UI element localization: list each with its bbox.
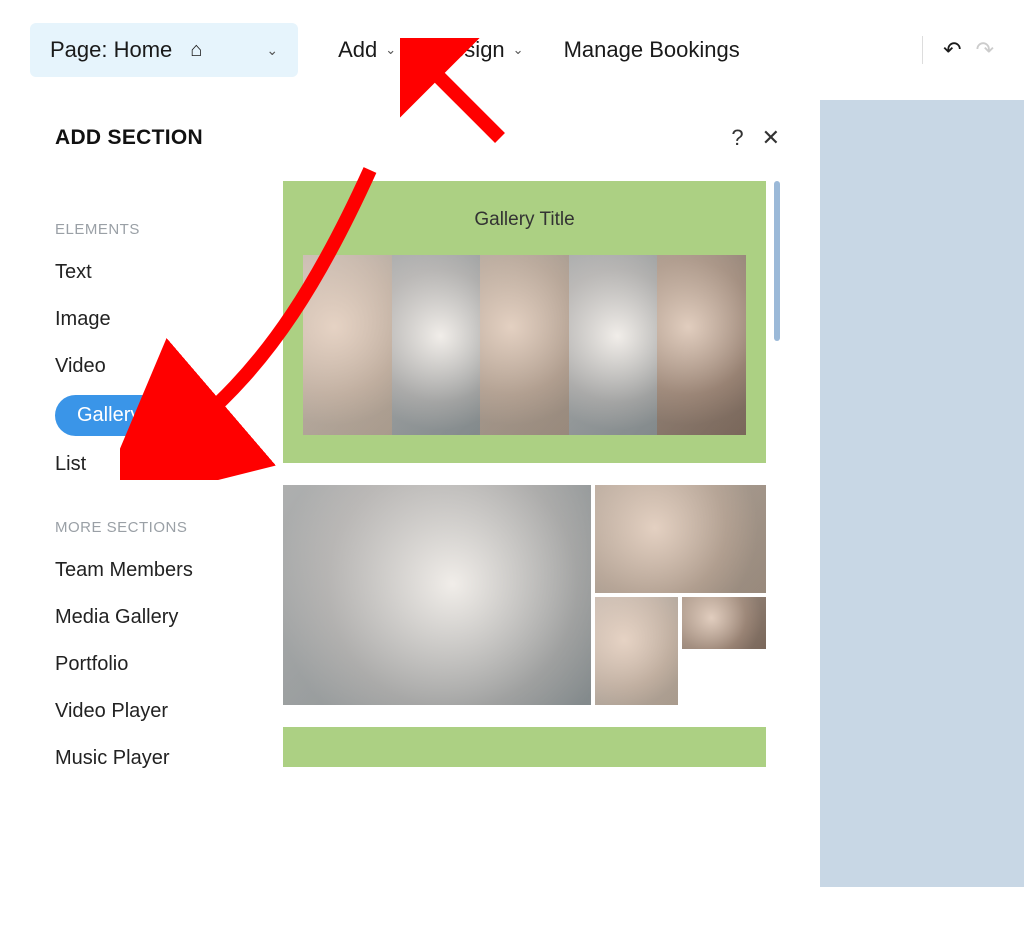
sidebar-item-image[interactable]: Image bbox=[55, 301, 255, 338]
category-label-elements: ELEMENTS bbox=[55, 221, 255, 238]
panel-header: ADD SECTION ? ✕ bbox=[55, 125, 780, 151]
add-menu[interactable]: Add ⌄ bbox=[338, 37, 396, 63]
sidebar-item-text[interactable]: Text bbox=[55, 254, 255, 291]
home-icon: ⌂ bbox=[190, 39, 202, 62]
gallery-image bbox=[682, 597, 766, 649]
close-icon[interactable]: ✕ bbox=[762, 125, 780, 151]
undo-button[interactable]: ↶ bbox=[943, 37, 961, 63]
category-label-more: MORE SECTIONS bbox=[55, 519, 255, 536]
design-menu[interactable]: Design ⌄ bbox=[436, 37, 523, 63]
template-preview-column: Gallery Title bbox=[283, 181, 780, 943]
top-toolbar: Page: Home ⌂ ⌄ Add ⌄ Design ⌄ Manage Boo… bbox=[0, 0, 1024, 100]
panel-title: ADD SECTION bbox=[55, 126, 203, 150]
manage-bookings-button[interactable]: Manage Bookings bbox=[564, 37, 740, 63]
main-area: ADD SECTION ? ✕ ELEMENTS Text Image Vide… bbox=[0, 100, 1024, 887]
page-selector-label: Page: Home bbox=[50, 37, 172, 63]
sidebar-item-gallery[interactable]: Gallery bbox=[55, 395, 162, 436]
sidebar-item-media-gallery[interactable]: Media Gallery bbox=[55, 599, 255, 636]
gallery-image bbox=[569, 255, 658, 435]
gallery-image bbox=[657, 255, 746, 435]
design-menu-label: Design bbox=[436, 37, 504, 63]
chevron-down-icon: ⌄ bbox=[513, 42, 524, 58]
gallery-template-3[interactable] bbox=[283, 727, 766, 767]
toolbar-divider bbox=[922, 36, 923, 64]
redo-button[interactable]: ↷ bbox=[976, 37, 994, 63]
chevron-down-icon: ⌄ bbox=[385, 42, 396, 58]
sidebar-item-team-members[interactable]: Team Members bbox=[55, 552, 255, 589]
sidebar-item-portfolio[interactable]: Portfolio bbox=[55, 646, 255, 683]
gallery-image-strip bbox=[303, 255, 746, 435]
element-list: ELEMENTS Text Image Video Gallery List M… bbox=[55, 181, 255, 943]
gallery-template-1[interactable]: Gallery Title bbox=[283, 181, 766, 463]
gallery-image bbox=[595, 485, 766, 593]
sidebar-item-video-player[interactable]: Video Player bbox=[55, 693, 255, 730]
gallery-image bbox=[480, 255, 569, 435]
chevron-down-icon: ⌄ bbox=[266, 42, 278, 59]
help-icon[interactable]: ? bbox=[731, 125, 743, 151]
gallery-image bbox=[392, 255, 481, 435]
sidebar-item-video[interactable]: Video bbox=[55, 348, 255, 385]
template-scroll[interactable]: Gallery Title bbox=[283, 181, 780, 943]
manage-bookings-label: Manage Bookings bbox=[564, 37, 740, 63]
gallery-template-title: Gallery Title bbox=[303, 209, 746, 231]
gallery-image bbox=[595, 597, 679, 705]
gallery-template-2[interactable] bbox=[283, 485, 766, 705]
canvas-background bbox=[820, 100, 1024, 887]
history-controls: ↶ ↷ bbox=[916, 36, 994, 64]
sidebar-item-music-player[interactable]: Music Player bbox=[55, 740, 255, 777]
scrollbar-thumb[interactable] bbox=[774, 181, 780, 341]
gallery-image bbox=[283, 485, 591, 705]
page-selector[interactable]: Page: Home ⌂ ⌄ bbox=[30, 23, 298, 77]
sidebar-item-list[interactable]: List bbox=[55, 446, 255, 483]
add-section-panel: ADD SECTION ? ✕ ELEMENTS Text Image Vide… bbox=[0, 100, 820, 887]
gallery-image bbox=[303, 255, 392, 435]
add-menu-label: Add bbox=[338, 37, 377, 63]
scrollbar-track[interactable] bbox=[774, 181, 780, 943]
